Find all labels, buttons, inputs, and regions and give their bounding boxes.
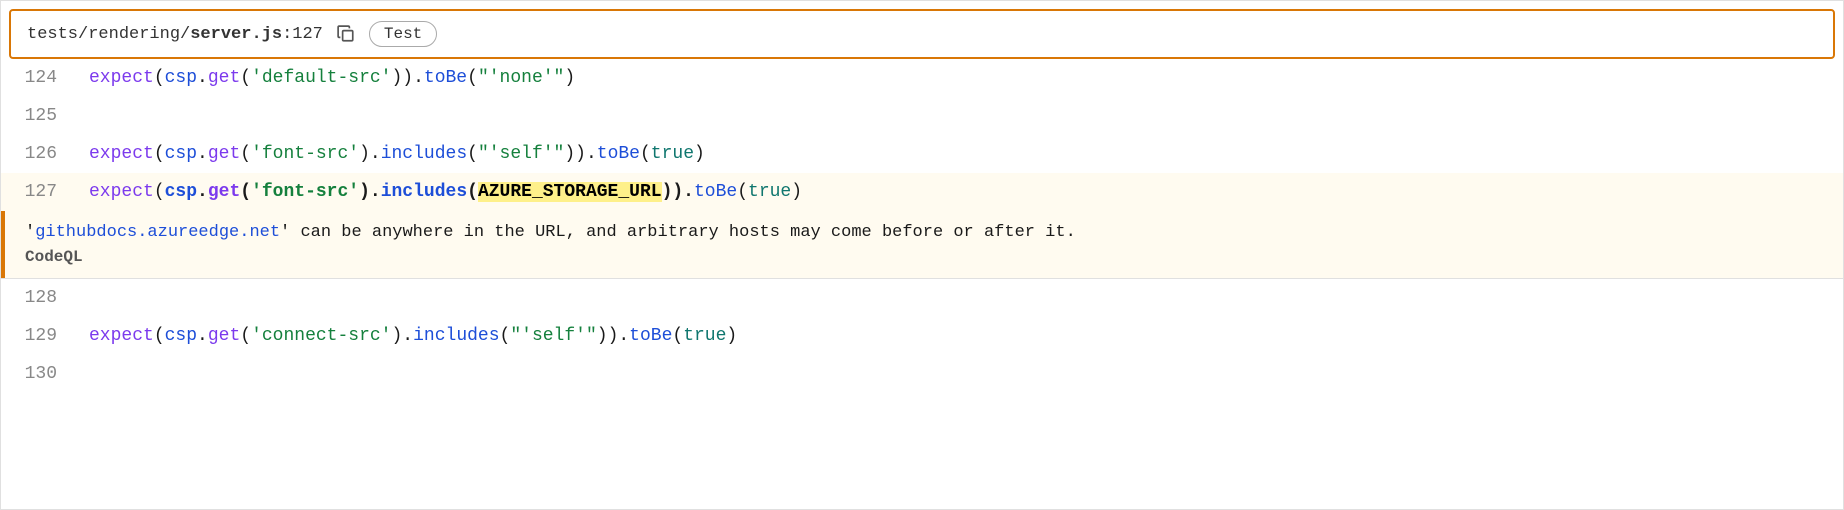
copy-icon xyxy=(337,25,355,43)
line-number: :127 xyxy=(282,25,323,44)
code-line-130: 130 xyxy=(1,355,1843,393)
code-content-124: expect(csp.get('default-src')).toBe("'no… xyxy=(81,68,1843,88)
main-container: tests/rendering/server.js:127 Test 124 e… xyxy=(0,0,1844,510)
header-bar: tests/rendering/server.js:127 Test xyxy=(9,9,1835,59)
test-button[interactable]: Test xyxy=(369,21,437,47)
code-line-129: 129 expect(csp.get('connect-src').includ… xyxy=(1,317,1843,355)
line-num-130: 130 xyxy=(1,364,81,384)
code-content-129: expect(csp.get('connect-src').includes("… xyxy=(81,326,1843,346)
code-content-126: expect(csp.get('font-src').includes("'se… xyxy=(81,144,1843,164)
code-content-127: expect(csp.get('font-src').includes(AZUR… xyxy=(81,182,1843,202)
code-line-124: 124 expect(csp.get('default-src')).toBe(… xyxy=(1,59,1843,97)
line-num-128: 128 xyxy=(1,288,81,308)
alert-text: 'githubdocs.azureedge.net' can be anywhe… xyxy=(25,223,1823,242)
code-line-127: 127 expect(csp.get('font-src').includes(… xyxy=(1,173,1843,211)
line-num-125: 125 xyxy=(1,106,81,126)
code-area: 124 expect(csp.get('default-src')).toBe(… xyxy=(1,59,1843,509)
code-line-128: 128 xyxy=(1,279,1843,317)
line-num-127: 127 xyxy=(1,182,81,202)
line-num-124: 124 xyxy=(1,68,81,88)
alert-box: 'githubdocs.azureedge.net' can be anywhe… xyxy=(1,211,1843,278)
code-line-125: 125 xyxy=(1,97,1843,135)
line-num-126: 126 xyxy=(1,144,81,164)
alert-label: CodeQL xyxy=(25,248,1823,266)
file-path: tests/rendering/server.js:127 xyxy=(27,25,323,44)
code-line-126: 126 expect(csp.get('font-src').includes(… xyxy=(1,135,1843,173)
alert-link: githubdocs.azureedge.net xyxy=(35,223,280,242)
copy-button[interactable] xyxy=(333,23,359,45)
file-name: server.js xyxy=(190,25,282,44)
line-num-129: 129 xyxy=(1,326,81,346)
